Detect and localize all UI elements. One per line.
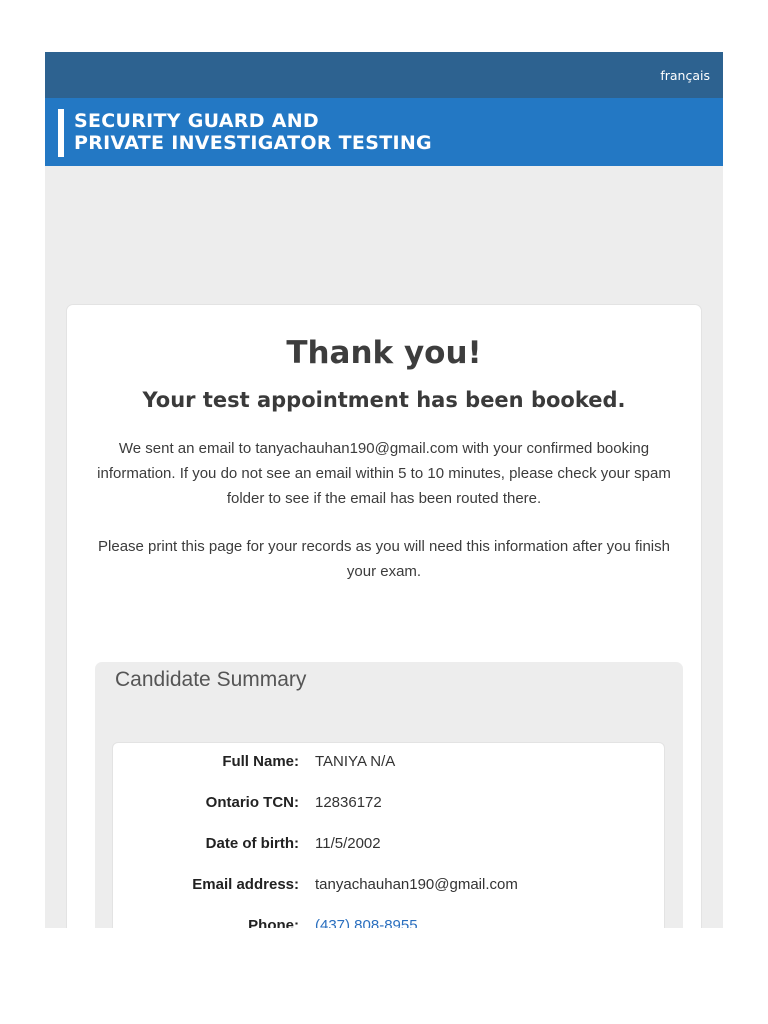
detail-row-tcn: Ontario TCN: 12836172 (113, 794, 664, 816)
phone-link[interactable]: (437) 808-8955 (315, 917, 418, 928)
full-name-label: Full Name: (222, 753, 299, 770)
detail-row-phone: Phone: (437) 808-8955 (113, 917, 664, 928)
email-sent-message: We sent an email to tanyachauhan190@gmai… (97, 440, 671, 507)
print-page-message: Please print this page for your records … (98, 538, 670, 580)
detail-row-full-name: Full Name: TANIYA N/A (113, 753, 664, 775)
site-title-line1: SECURITY GUARD AND (74, 110, 320, 132)
detail-row-email: Email address: tanyachauhan190@gmail.com (113, 876, 664, 898)
brand-accent-stripe (58, 109, 64, 157)
tcn-value: 12836172 (315, 794, 382, 811)
booking-confirmed-subtitle: Your test appointment has been booked. (142, 388, 626, 412)
phone-label: Phone: (248, 917, 299, 928)
language-toggle-link[interactable]: français (660, 68, 710, 83)
brand-bar: SECURITY GUARD AND PRIVATE INVESTIGATOR … (45, 98, 723, 166)
dob-value: 11/5/2002 (315, 835, 381, 852)
top-bar: français (45, 52, 723, 98)
candidate-summary-title: Candidate Summary (115, 668, 307, 691)
candidate-details-box: Full Name: TANIYA N/A Ontario TCN: 12836… (112, 742, 665, 928)
email-label: Email address: (192, 876, 299, 893)
candidate-summary-panel: Candidate Summary Full Name: TANIYA N/A … (95, 662, 683, 928)
detail-row-dob: Date of birth: 11/5/2002 (113, 835, 664, 857)
full-name-value: TANIYA N/A (315, 753, 396, 770)
page-frame: français SECURITY GUARD AND PRIVATE INVE… (45, 52, 723, 928)
site-title[interactable]: SECURITY GUARD AND PRIVATE INVESTIGATOR … (74, 110, 432, 154)
dob-label: Date of birth: (205, 835, 299, 852)
site-title-line2: PRIVATE INVESTIGATOR TESTING (74, 132, 432, 154)
email-value: tanyachauhan190@gmail.com (315, 876, 518, 893)
thank-you-heading: Thank you! (286, 335, 482, 371)
confirmation-card: Thank you! Your test appointment has bee… (66, 304, 702, 928)
tcn-label: Ontario TCN: (205, 794, 299, 811)
